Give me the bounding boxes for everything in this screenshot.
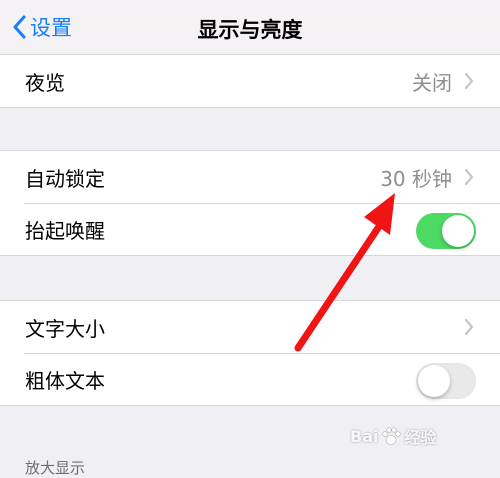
red-annotation-arrow: [294, 193, 395, 352]
